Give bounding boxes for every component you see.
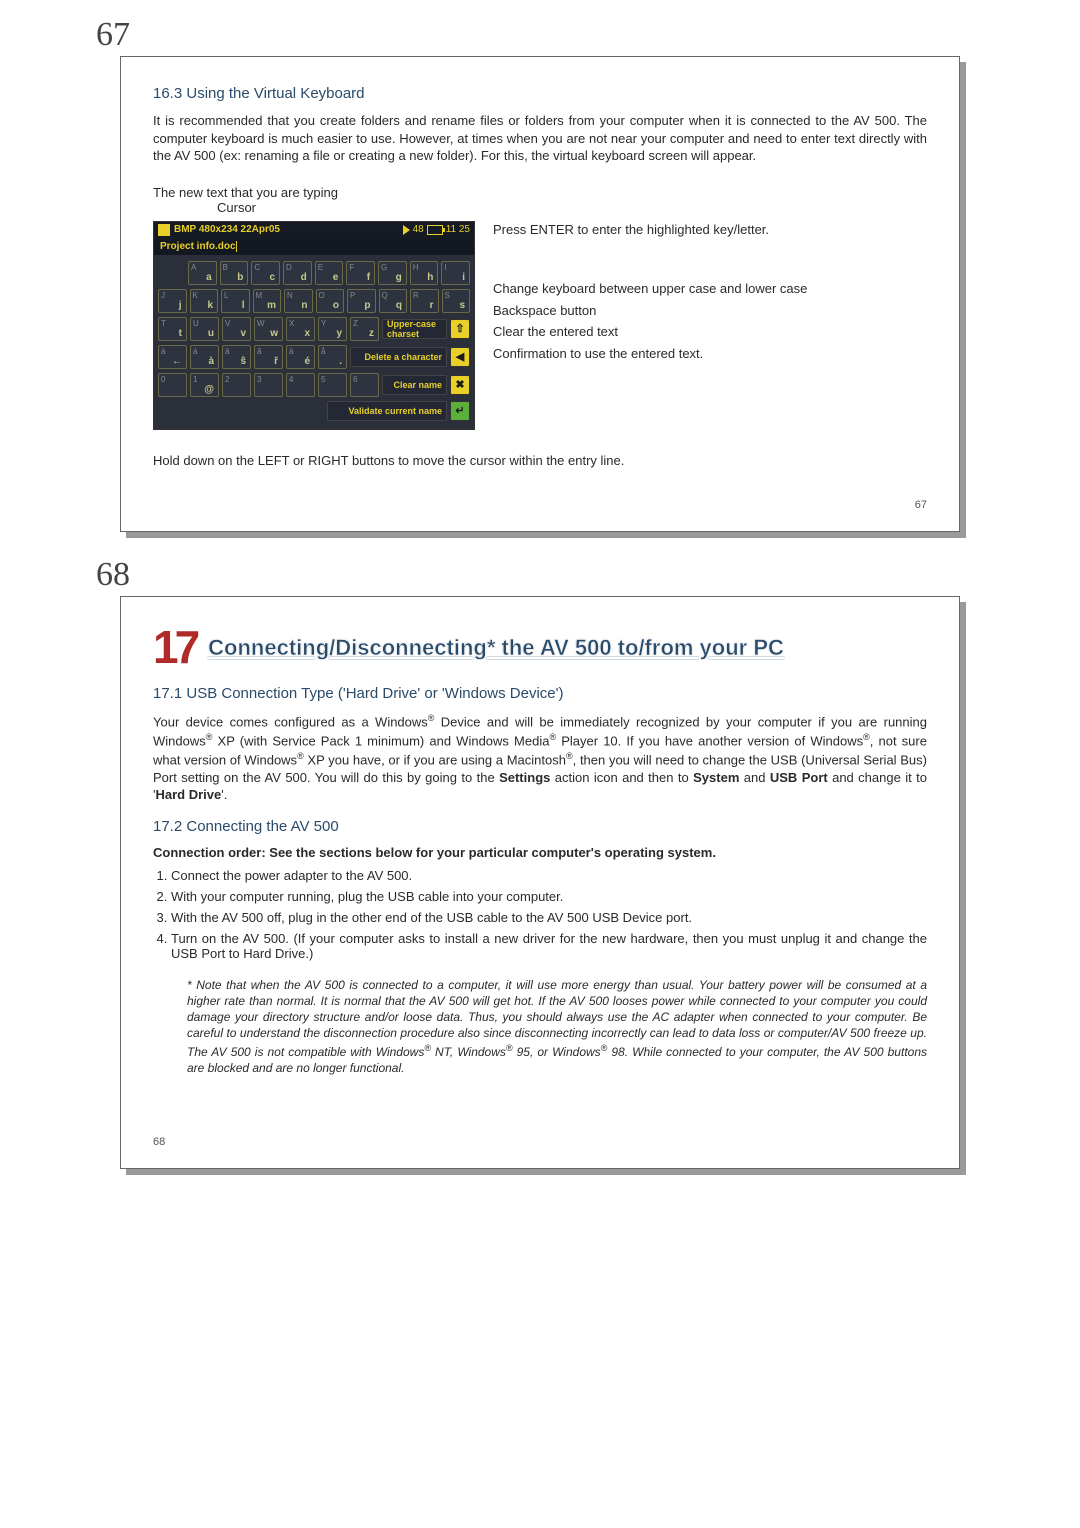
page-68: 17 Connecting/Disconnecting* the AV 500 … [120, 596, 960, 1169]
key-c: Cc [251, 261, 280, 285]
section-17-1-title: 17.1 USB Connection Type ('Hard Drive' o… [153, 685, 927, 702]
key-p: Pp [347, 289, 376, 313]
key-acc3: âŝ [222, 345, 251, 369]
inner-page-number-68: 68 [153, 1136, 927, 1148]
action-upper-case: Upper-case charset [382, 319, 447, 339]
outer-page-number-68: 68 [96, 556, 960, 594]
step-1: Connect the power adapter to the AV 500. [171, 868, 927, 883]
key-acc4: ãř [254, 345, 283, 369]
key-0: 0 [158, 373, 187, 397]
vk-volume: 48 [413, 224, 424, 235]
note-clear: Clear the entered text [493, 323, 927, 341]
vk-title-text: BMP 480x234 22Apr05 [174, 224, 403, 235]
note-validate: Confirmation to use the entered text. [493, 345, 927, 363]
action-validate-name: Validate current name [327, 401, 447, 421]
section-17-2-title: 17.2 Connecting the AV 500 [153, 818, 927, 835]
cursor-hint: Hold down on the LEFT or RIGHT buttons t… [153, 452, 927, 470]
section-16-3-intro: It is recommended that you create folder… [153, 112, 927, 165]
key-k: Kk [190, 289, 219, 313]
key-u: Uu [190, 317, 219, 341]
key-w: Ww [254, 317, 283, 341]
vk-side-notes: Press ENTER to enter the highlighted key… [493, 221, 927, 367]
note-press-enter: Press ENTER to enter the highlighted key… [493, 221, 927, 239]
section-16-3-title: 16.3 Using the Virtual Keyboard [153, 85, 927, 102]
chapter-17-header: 17 Connecting/Disconnecting* the AV 500 … [153, 629, 927, 667]
action-delete-char: Delete a character [350, 347, 447, 367]
step-2: With your computer running, plug the USB… [171, 889, 927, 904]
connection-steps: Connect the power adapter to the AV 500.… [153, 868, 927, 961]
key-t: Tt [158, 317, 187, 341]
key-z: Zz [350, 317, 379, 341]
key-x: Xx [286, 317, 315, 341]
key-2: 2 [222, 373, 251, 397]
key-d: Dd [283, 261, 312, 285]
inner-page-number-67: 67 [153, 499, 927, 511]
key-1: 1@ [190, 373, 219, 397]
key-5: 5 [318, 373, 347, 397]
outer-page-number-67: 67 [96, 16, 960, 54]
note-backspace: Backspace button [493, 302, 927, 320]
key-s: Ss [442, 289, 471, 313]
step-4: Turn on the AV 500. (If your computer as… [171, 931, 927, 961]
key-acc1: à← [158, 345, 187, 369]
key-6: 6 [350, 373, 379, 397]
key-q: Qq [379, 289, 408, 313]
label-cursor: Cursor [217, 200, 927, 215]
action-clear-name: Clear name [382, 375, 447, 395]
key-m: Mm [253, 289, 282, 313]
key-4: 4 [286, 373, 315, 397]
file-icon [158, 224, 170, 236]
vk-cursor [236, 241, 237, 252]
shift-icon: ⇧ [450, 319, 470, 339]
vk-keys: Aa Bb Cc Dd Ee Ff Gg Hh Ii Jj [154, 255, 474, 429]
section-17-1-body: Your device comes configured as a Window… [153, 712, 927, 804]
key-g: Gg [378, 261, 407, 285]
step-3: With the AV 500 off, plug in the other e… [171, 910, 927, 925]
key-v: Vv [222, 317, 251, 341]
footnote: * Note that when the AV 500 is connected… [187, 977, 927, 1076]
key-acc6: å. [318, 345, 347, 369]
clear-icon: ✖ [450, 375, 470, 395]
vk-filename-row: Project info.doc [154, 238, 474, 255]
note-change-case: Change keyboard between upper case and l… [493, 280, 927, 298]
backspace-icon: ◀ [450, 347, 470, 367]
chapter-number: 17 [153, 629, 196, 667]
vk-filename: Project info.doc [160, 241, 236, 252]
key-3: 3 [254, 373, 283, 397]
key-b: Bb [220, 261, 249, 285]
key-o: Oo [316, 289, 345, 313]
vk-time: 11 25 [446, 224, 470, 235]
chapter-title: Connecting/Disconnecting* the AV 500 to/… [208, 635, 784, 661]
key-a: Aa [188, 261, 217, 285]
key-j: Jj [158, 289, 187, 313]
speaker-icon [403, 225, 410, 235]
key-f: Ff [346, 261, 375, 285]
key-n: Nn [284, 289, 313, 313]
enter-icon: ↵ [450, 401, 470, 421]
key-h: Hh [410, 261, 439, 285]
connection-order-title: Connection order: See the sections below… [153, 845, 927, 860]
page-67: 16.3 Using the Virtual Keyboard It is re… [120, 56, 960, 532]
vk-titlebar: BMP 480x234 22Apr05 48 11 25 [154, 222, 474, 238]
key-y: Yy [318, 317, 347, 341]
key-acc2: áà [190, 345, 219, 369]
label-typing: The new text that you are typing [153, 185, 927, 200]
virtual-keyboard-figure: BMP 480x234 22Apr05 48 11 25 Project inf… [153, 221, 475, 430]
battery-icon [427, 225, 443, 235]
key-acc5: äé [286, 345, 315, 369]
key-e: Ee [315, 261, 344, 285]
key-l: Ll [221, 289, 250, 313]
key-i: Ii [441, 261, 470, 285]
key-r: Rr [410, 289, 439, 313]
